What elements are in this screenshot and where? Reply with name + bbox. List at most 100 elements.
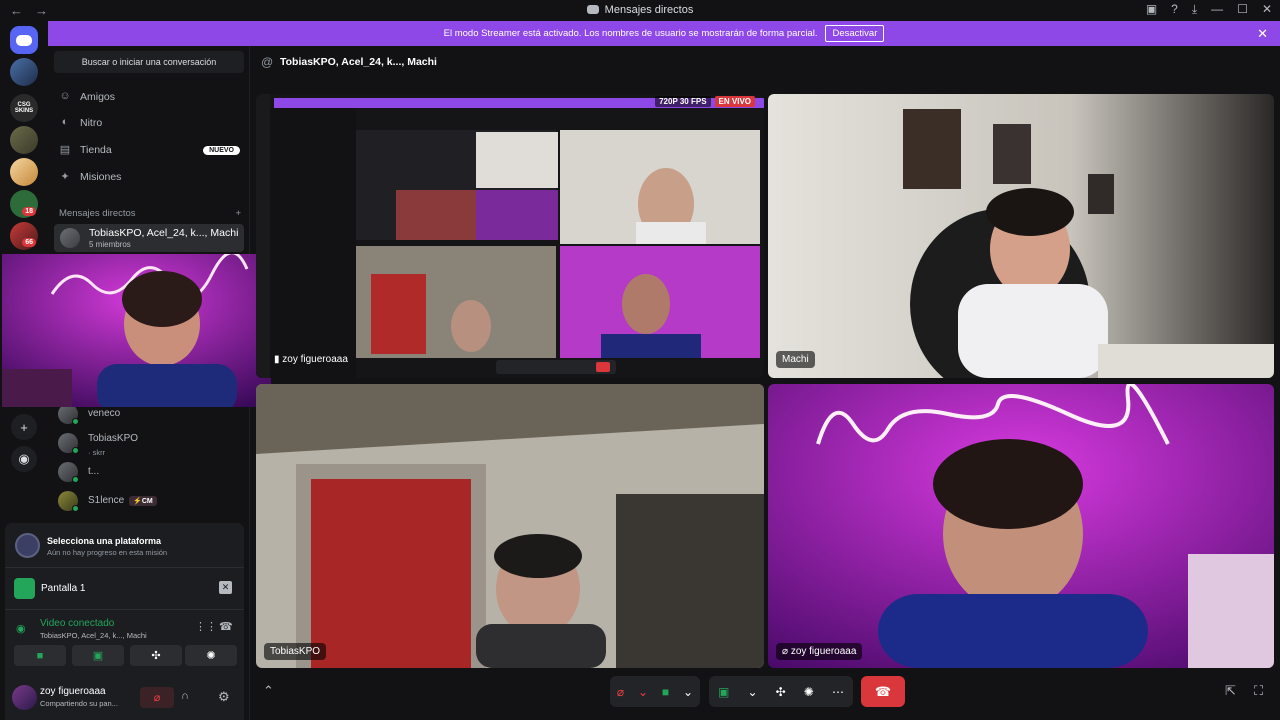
dm-name: S1lence ⚡CM (88, 495, 157, 506)
server-icon[interactable] (10, 158, 38, 186)
quest-subtitle: Aún no hay progreso en esta misión (47, 548, 168, 557)
video-feed (256, 384, 764, 668)
close-window-button[interactable]: ✕ (1262, 2, 1272, 17)
quest-title: Selecciona una plataforma (47, 536, 162, 546)
chevron-down-icon[interactable]: ⌄ (747, 685, 757, 699)
dm-item-active[interactable]: TobiasKPO, Acel_24, k..., Machi 5 miembr… (54, 224, 244, 252)
stream-tile[interactable]: 720P 30 FPS EN VIVO ▮ zoy figueroaaa (256, 94, 764, 378)
screen-share-button[interactable]: ▣ (72, 645, 124, 666)
camera-button[interactable]: ■ (14, 645, 66, 666)
download-icon[interactable]: ⤓ (1192, 2, 1197, 17)
tile-name: zoy figueroaaa (282, 354, 348, 365)
mention-badge: 18 (22, 207, 36, 216)
signal-icon[interactable]: ◉ (16, 622, 26, 635)
online-status-icon (72, 418, 79, 425)
nitro-icon: ◐ (61, 116, 69, 128)
discord-icon (586, 5, 599, 14)
add-dm-icon[interactable]: + (235, 208, 241, 219)
camera-icon[interactable]: ■ (662, 685, 669, 699)
maximize-button[interactable]: ☐ (1237, 2, 1248, 17)
self-video-popout[interactable] (2, 254, 271, 407)
video-feed (768, 384, 1274, 668)
server-icon[interactable]: CSG SKINS (10, 94, 38, 122)
stop-share-icon[interactable]: ✕ (219, 581, 232, 594)
activities-icon[interactable]: ✣ (776, 685, 786, 699)
chevron-down-icon[interactable]: ⌄ (683, 685, 693, 699)
dm-header-label: Mensajes directos (59, 208, 136, 219)
stream-live-indicator: 720P 30 FPS EN VIVO (655, 96, 755, 107)
disconnect-icon[interactable]: ☎ (219, 620, 233, 633)
quest-card[interactable]: Selecciona una plataforma Aún no hay pro… (5, 523, 244, 568)
screen-share-row: Pantalla 1 ✕ (5, 573, 244, 603)
nav-item-nitro[interactable]: ◐ Nitro (58, 112, 240, 134)
gear-icon[interactable]: ⚙ (218, 689, 230, 705)
friends-icon: ☺ (59, 90, 71, 102)
stream-quality-badge: 720P 30 FPS (655, 96, 711, 107)
end-call-button[interactable]: ☎ (861, 676, 905, 707)
quest-icon (15, 533, 40, 558)
dm-name-text: S1lence (88, 495, 125, 506)
video-tile[interactable]: Machi (768, 94, 1274, 378)
avatar[interactable] (12, 685, 37, 710)
voice-status: ◉ Video conectado TobiasKPO, Acel_24, k.… (5, 609, 244, 645)
nav-item-shop[interactable]: ▤ Tienda NUEVO (58, 139, 240, 161)
minimize-button[interactable]: — (1211, 2, 1223, 17)
more-icon[interactable]: ⋯ (832, 685, 844, 699)
muted-microphone-icon[interactable]: ⌀ (617, 685, 624, 699)
close-icon[interactable]: ✕ (1257, 26, 1268, 42)
video-tile[interactable]: TobiasKPO (256, 384, 764, 668)
title-bar: ← → Mensajes directos ▣ ? ⤓ — ☐ ✕ (0, 0, 1280, 21)
activities-icon: ✣ (151, 650, 161, 662)
screen-share-icon[interactable]: ▣ (1146, 2, 1157, 17)
nav-item-quests[interactable]: ✦ Misiones (58, 166, 240, 188)
call-title: TobiasKPO, Acel_24, k..., Machi (280, 56, 437, 68)
help-icon[interactable]: ? (1171, 2, 1178, 17)
online-status-icon (72, 505, 79, 512)
username[interactable]: zoy figueroaaa (40, 686, 106, 697)
voice-channel-name[interactable]: TobiasKPO, Acel_24, k..., Machi (40, 631, 147, 640)
noise-suppression-icon[interactable]: ⋮⋮ (195, 620, 217, 633)
shop-icon: ▤ (59, 144, 71, 156)
headphones-icon[interactable]: ∩ (181, 690, 189, 702)
stream-preview (256, 94, 764, 378)
hang-up-icon: ☎ (874, 683, 892, 699)
nav-item-friends[interactable]: ☺ Amigos (58, 86, 240, 108)
dm-item[interactable]: TobiasKPO · skrr (58, 430, 240, 458)
tile-name: Machi (776, 351, 815, 368)
mute-button[interactable]: ⌀ (140, 687, 174, 708)
nav-item-label: Tienda (80, 144, 112, 156)
video-tile[interactable]: ⌀ zoy figueroaaa (768, 384, 1274, 668)
dm-item[interactable]: S1lence ⚡CM (58, 488, 240, 516)
activities-button[interactable]: ✣ (130, 645, 182, 666)
muted-microphone-icon: ⌀ (153, 692, 161, 704)
deactivate-streamer-button[interactable]: Desactivar (825, 25, 885, 42)
chevron-up-icon[interactable]: ⌃ (263, 683, 274, 699)
screen-share-icon (14, 578, 35, 599)
tile-name-tag: ⌀ zoy figueroaaa (776, 643, 863, 660)
search-conversation-button[interactable]: Buscar o iniciar una conversación (54, 51, 244, 73)
new-badge: NUEVO (203, 145, 240, 155)
call-header: @ TobiasKPO, Acel_24, k..., Machi (250, 46, 1280, 80)
add-server-button[interactable]: + (11, 414, 37, 440)
window-title-text: Mensajes directos (604, 4, 694, 16)
nav-item-label: Amigos (80, 91, 116, 103)
home-button[interactable] (10, 26, 38, 54)
soundboard-icon[interactable]: ✺ (804, 685, 814, 699)
online-status-icon (72, 476, 79, 483)
chevron-down-icon[interactable]: ⌄ (638, 685, 648, 699)
soundboard-button[interactable]: ✺ (185, 645, 237, 666)
clan-tag: ⚡CM (129, 496, 157, 506)
dm-section-header: Mensajes directos + (59, 208, 241, 219)
call-action-controls: ▣ ⌄ ✣ ✺ ⋯ (709, 676, 853, 707)
fullscreen-icon[interactable]: ⛶ (1254, 683, 1263, 699)
popout-icon[interactable]: ⇱ (1225, 683, 1236, 699)
explore-compass-icon[interactable]: ◉ (11, 446, 37, 472)
muted-microphone-icon: ⌀ (782, 646, 791, 657)
dm-name: TobiasKPO (88, 433, 139, 444)
dm-item[interactable]: t... (58, 459, 240, 487)
at-icon: @ (261, 55, 274, 69)
dm-member-count: 5 miembros (89, 240, 131, 249)
server-icon[interactable] (10, 58, 38, 86)
screen-share-icon[interactable]: ▣ (718, 685, 729, 699)
server-icon[interactable] (10, 126, 38, 154)
